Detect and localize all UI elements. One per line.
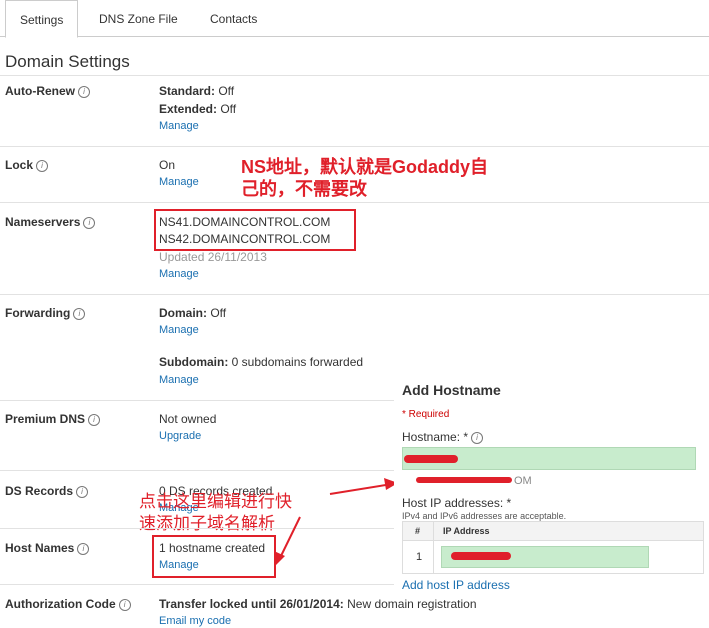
ip-address-table: # IP Address 1 [402, 521, 704, 574]
column-divider [433, 522, 434, 573]
info-icon[interactable]: i [471, 431, 484, 444]
arrow-to-panel [329, 483, 393, 495]
row-number: 1 [416, 551, 423, 563]
add-hostname-panel: Add Hostname * Required Hostname: * i OM … [394, 372, 709, 597]
add-host-ip-link[interactable]: Add host IP address [402, 578, 510, 592]
column-header-num: # [415, 526, 421, 536]
tab-settings[interactable]: Settings [5, 0, 79, 38]
redaction-scribble [451, 552, 511, 560]
host-ip-label: Host IP addresses: * [402, 496, 512, 510]
redaction-scribble [404, 455, 458, 463]
redaction-scribble [416, 477, 512, 483]
add-hostname-title: Add Hostname [402, 382, 501, 398]
host-ip-hint: IPv4 and IPv6 addresses are acceptable. [402, 511, 567, 521]
required-note: * Required [402, 409, 450, 420]
hostname-label: Hostname: * i [402, 430, 484, 444]
hostname-suffix: OM [514, 475, 532, 487]
arrow-to-hostnames [279, 516, 301, 559]
column-header-ip: IP Address [443, 526, 490, 536]
